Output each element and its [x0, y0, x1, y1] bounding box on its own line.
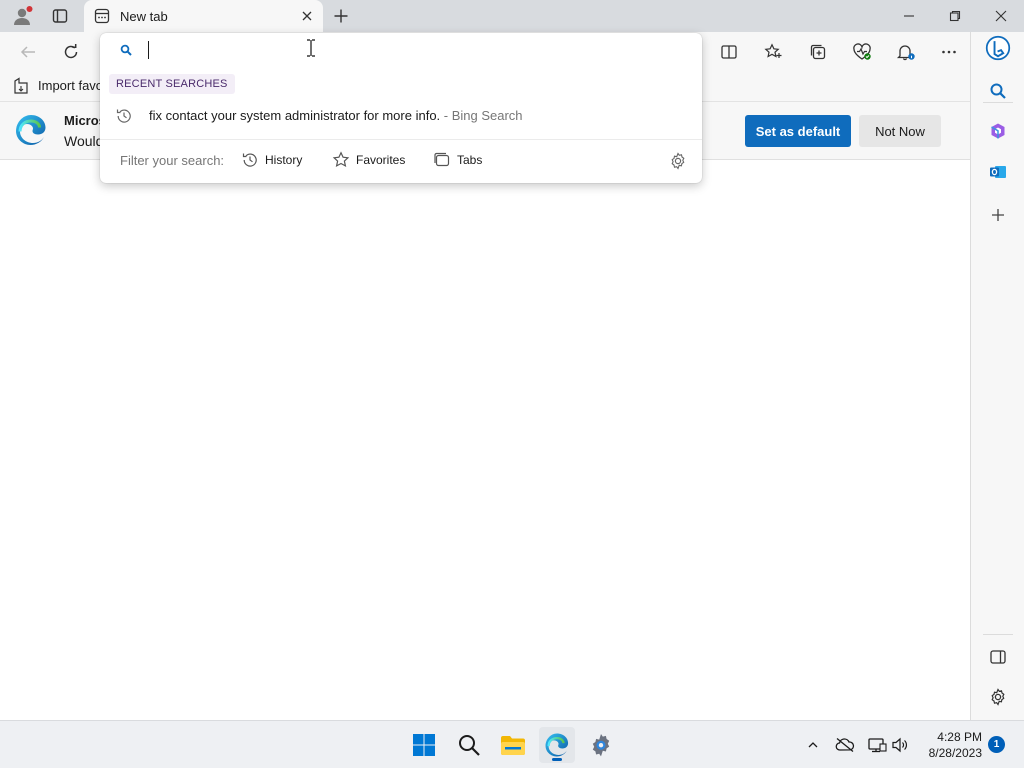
prompt-text: Would: [64, 133, 104, 149]
split-screen-icon[interactable]: [716, 39, 742, 65]
file-explorer-icon[interactable]: [495, 727, 531, 763]
browser-essentials-icon[interactable]: [849, 39, 875, 65]
tab-new-tab[interactable]: New tab: [84, 0, 323, 32]
network-icon[interactable]: [867, 735, 887, 755]
collections-icon[interactable]: [805, 39, 831, 65]
tabs-icon: [433, 151, 451, 169]
outlook-icon[interactable]: [985, 159, 1011, 185]
edge-taskbar-icon[interactable]: [539, 727, 575, 763]
address-bar-dropdown: RECENT SEARCHES fix contact your system …: [100, 33, 702, 183]
refresh-icon[interactable]: [58, 39, 84, 65]
address-bar-input[interactable]: [156, 39, 676, 61]
taskbar-search-icon[interactable]: [451, 727, 487, 763]
sidebar-settings-gear-icon[interactable]: [985, 684, 1011, 710]
sidebar-bottom-divider: [983, 634, 1013, 635]
volume-icon[interactable]: [890, 735, 910, 755]
more-menu-icon[interactable]: [936, 39, 962, 65]
windows-taskbar: 4:28 PM 8/28/2023 1: [0, 720, 1024, 768]
filter-label: Filter your search:: [120, 153, 225, 168]
start-menu-icon[interactable]: [406, 727, 442, 763]
show-hidden-icons-chevron-icon[interactable]: [803, 735, 823, 755]
title-bar: New tab: [0, 0, 1024, 32]
hide-sidebar-icon[interactable]: [985, 644, 1011, 670]
edge-logo-icon: [14, 113, 48, 147]
filter-history-button[interactable]: History: [241, 149, 302, 171]
tab-title: New tab: [120, 9, 168, 24]
office-icon[interactable]: [985, 118, 1011, 144]
import-favorites-icon: [12, 77, 30, 95]
search-sidebar-icon[interactable]: [985, 78, 1011, 104]
filter-favorites-button[interactable]: Favorites: [332, 149, 405, 171]
active-app-indicator: [552, 758, 562, 761]
close-tab-icon[interactable]: [299, 8, 315, 24]
tab-actions-icon[interactable]: [48, 4, 72, 28]
import-favorites-link[interactable]: Import favo: [38, 78, 103, 93]
notifications-bell-icon[interactable]: [893, 39, 919, 65]
recent-searches-header: RECENT SEARCHES: [109, 74, 235, 94]
set-as-default-button[interactable]: Set as default: [745, 115, 851, 147]
notification-count-badge[interactable]: 1: [988, 736, 1005, 753]
profile-icon[interactable]: [10, 4, 34, 28]
dropdown-divider: [100, 139, 702, 140]
onedrive-offline-icon[interactable]: [835, 735, 855, 755]
bing-copilot-icon[interactable]: [985, 35, 1011, 61]
search-icon: [120, 44, 132, 56]
clock-time: 4:28 PM: [937, 730, 982, 744]
filter-history-label: History: [265, 153, 303, 167]
search-settings-gear-icon[interactable]: [669, 152, 687, 170]
new-tab-plus-icon[interactable]: [329, 4, 353, 28]
close-window-icon[interactable]: [978, 0, 1024, 32]
filter-tabs-button[interactable]: Tabs: [433, 149, 482, 171]
recent-search-source: - Bing Search: [440, 108, 523, 123]
back-arrow-icon[interactable]: [15, 39, 41, 65]
filter-favorites-label: Favorites: [356, 153, 406, 167]
filter-tabs-label: Tabs: [457, 153, 483, 167]
recent-search-query: fix contact your system administrator fo…: [149, 108, 441, 123]
system-clock[interactable]: 4:28 PM 8/28/2023: [916, 729, 982, 761]
not-now-button[interactable]: Not Now: [859, 115, 941, 147]
ibeam-cursor-icon: [306, 39, 316, 57]
search-filter-row: Filter your search: History Favorites Ta…: [100, 144, 702, 176]
star-icon: [332, 151, 350, 169]
recent-search-item[interactable]: fix contact your system administrator fo…: [100, 102, 702, 130]
history-clock-icon: [115, 107, 133, 125]
settings-app-icon[interactable]: [583, 727, 619, 763]
history-icon: [241, 151, 259, 169]
new-tab-page-icon: [94, 8, 110, 24]
minimize-icon[interactable]: [886, 0, 932, 32]
restore-icon[interactable]: [932, 0, 978, 32]
edge-sidebar: [970, 32, 1024, 720]
text-caret: [148, 41, 149, 59]
favorites-star-icon[interactable]: [760, 39, 786, 65]
add-sidebar-app-icon[interactable]: [985, 202, 1011, 228]
clock-date: 8/28/2023: [928, 746, 982, 760]
